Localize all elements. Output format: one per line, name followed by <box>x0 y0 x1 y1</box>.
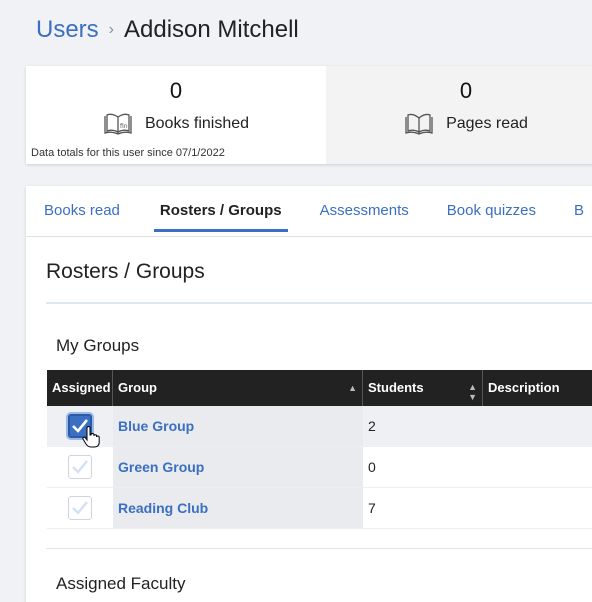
students-cell: 2 <box>368 418 376 434</box>
pages-read-value: 0 <box>459 78 473 103</box>
page-title: Addison Mitchell <box>124 16 299 43</box>
section-title: Rosters / Groups <box>46 260 205 283</box>
table-row[interactable]: Green Group 0 <box>47 447 592 488</box>
description-cell <box>483 488 592 528</box>
group-link-reading-club[interactable]: Reading Club <box>118 500 208 516</box>
check-icon <box>72 460 88 474</box>
group-link-blue-group[interactable]: Blue Group <box>118 418 194 434</box>
books-finished-label: Books finished <box>144 115 250 132</box>
description-cell <box>483 406 592 446</box>
breadcrumb-users-link[interactable]: Users <box>36 16 99 44</box>
tab-more[interactable]: B <box>574 186 584 236</box>
tab-book-quizzes[interactable]: Book quizzes <box>447 186 536 236</box>
header-students[interactable]: Students ▲ ▼ <box>363 370 483 406</box>
open-book-icon <box>404 112 434 136</box>
assigned-checkbox[interactable] <box>68 496 92 520</box>
header-assigned[interactable]: Assigned <box>47 370 113 406</box>
students-cell: 0 <box>368 459 376 475</box>
book-finished-icon: fin <box>103 112 133 136</box>
assigned-cell <box>47 447 113 487</box>
tab-assessments[interactable]: Assessments <box>320 186 409 236</box>
group-cell: Blue Group <box>113 406 363 446</box>
group-cell: Reading Club <box>113 488 363 528</box>
title-divider <box>46 302 592 304</box>
description-cell <box>483 447 592 487</box>
books-finished-value: 0 <box>169 78 183 103</box>
group-cell: Green Group <box>113 447 363 487</box>
stat-pages-read: 0 Pages read <box>326 66 592 164</box>
assigned-checkbox[interactable] <box>68 414 100 448</box>
groups-table: Assigned Group ▲ Students ▲ ▼ Description <box>47 370 592 529</box>
table-row[interactable]: Blue Group 2 <box>47 406 592 448</box>
tab-books-read[interactable]: Books read <box>44 186 120 236</box>
sort-asc-icon: ▲ <box>348 383 357 393</box>
students-cell: 7 <box>368 500 376 516</box>
svg-text:fin: fin <box>120 123 128 130</box>
tab-bar: Books read Rosters / Groups Assessments … <box>26 186 592 237</box>
header-group[interactable]: Group ▲ <box>113 370 363 406</box>
main-card: Books read Rosters / Groups Assessments … <box>26 186 592 602</box>
table-row[interactable]: Reading Club 7 <box>47 488 592 529</box>
sort-both-icon: ▲ ▼ <box>468 382 477 402</box>
stat-books-finished: 0 fin Books finished Data totals for thi… <box>26 66 326 164</box>
header-description[interactable]: Description <box>483 370 592 406</box>
hand-cursor-icon <box>82 426 100 448</box>
header-group-label: Group <box>118 380 157 395</box>
assigned-cell <box>47 488 113 528</box>
assigned-checkbox[interactable] <box>68 455 92 479</box>
section-divider <box>46 548 592 549</box>
pages-read-label: Pages read <box>446 115 528 132</box>
check-icon <box>72 501 88 515</box>
my-groups-heading: My Groups <box>56 336 140 355</box>
breadcrumb: Users › Addison Mitchell <box>36 14 299 46</box>
assigned-faculty-heading: Assigned Faculty <box>56 574 186 593</box>
header-students-label: Students <box>368 380 424 395</box>
group-link-green-group[interactable]: Green Group <box>118 459 204 475</box>
chevron-right-icon: › <box>108 21 114 38</box>
data-totals-note: Data totals for this user since 07/1/202… <box>31 147 225 159</box>
assigned-cell <box>47 406 113 448</box>
table-header: Assigned Group ▲ Students ▲ ▼ Description <box>47 370 592 406</box>
stats-card: 0 fin Books finished Data totals for thi… <box>26 66 592 164</box>
tab-rosters-groups[interactable]: Rosters / Groups <box>153 186 288 236</box>
